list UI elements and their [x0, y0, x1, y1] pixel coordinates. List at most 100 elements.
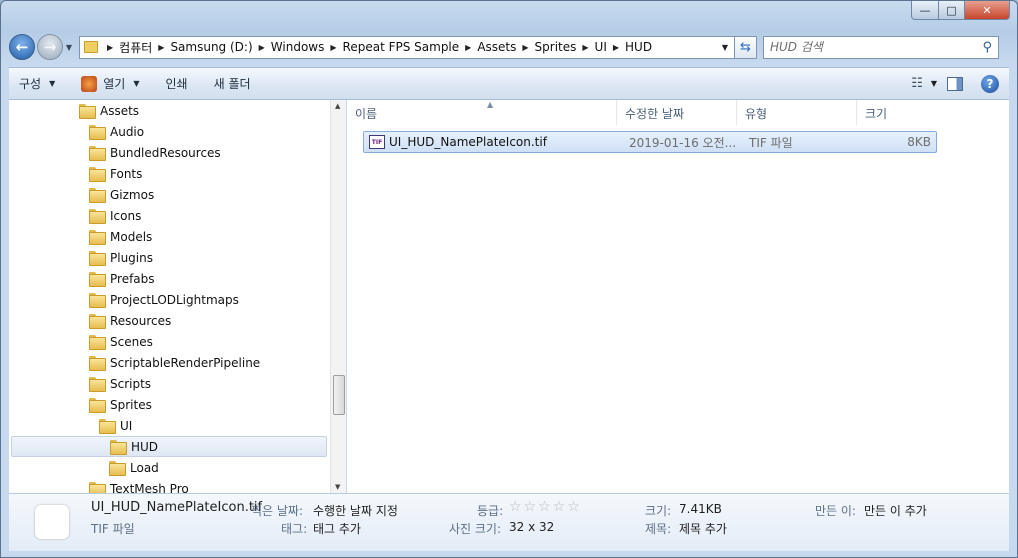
folder-icon — [89, 335, 106, 350]
tree-item-label: Scenes — [110, 334, 153, 349]
column-header-modified[interactable]: 수정한 날짜 — [617, 100, 737, 125]
chevron-right-icon[interactable]: ▶ — [582, 43, 588, 52]
tree-item[interactable]: Scripts — [89, 373, 151, 394]
tags-field[interactable]: 태그 추가 — [313, 520, 361, 537]
date-taken-label: 찍은 날짜: — [251, 504, 304, 518]
search-icon[interactable]: ⚲ — [982, 40, 992, 55]
chevron-right-icon[interactable]: ▶ — [330, 43, 336, 52]
tree-item[interactable]: Plugins — [89, 247, 153, 268]
folder-icon — [89, 314, 106, 329]
tree-item-label: ProjectLODLightmaps — [110, 292, 239, 307]
refresh-button[interactable]: ⇆ — [735, 35, 757, 59]
tree-item[interactable]: Models — [89, 226, 152, 247]
view-dropdown-icon[interactable]: ▼ — [931, 79, 937, 88]
tree-item-label: Fonts — [110, 166, 143, 181]
tree-item[interactable]: Load — [109, 457, 159, 478]
breadcrumb-item[interactable]: Repeat FPS Sample — [343, 40, 460, 54]
tree-item[interactable]: Prefabs — [89, 268, 155, 289]
search-box[interactable]: ⚲ — [763, 35, 999, 59]
tree-item[interactable]: BundledResources — [89, 142, 221, 163]
command-bar: 구성 ▼ 열기 ▼ 인쇄 새 폴더 ☷ ▼ ? — [9, 67, 1009, 100]
navigation-pane-scrollbar[interactable]: ▲ ▼ — [330, 100, 346, 493]
file-type: TIF 파일 — [749, 135, 793, 150]
recent-pages-dropdown-icon[interactable]: ▼ — [63, 43, 75, 52]
address-bar[interactable]: ▶ 컴퓨터 ▶ Samsung (D:) ▶ Windows ▶ Repeat … — [79, 35, 735, 59]
tree-item[interactable]: ProjectLODLightmaps — [89, 289, 239, 310]
chevron-right-icon[interactable]: ▶ — [613, 43, 619, 52]
print-button[interactable]: 인쇄 — [166, 75, 188, 92]
chevron-right-icon[interactable]: ▶ — [158, 43, 164, 52]
folder-icon — [109, 461, 126, 476]
column-header-size[interactable]: 크기 — [857, 100, 937, 125]
column-header-type[interactable]: 유형 — [737, 100, 857, 125]
breadcrumb-item[interactable]: Sprites — [535, 40, 577, 54]
tree-item[interactable]: HUD — [11, 436, 327, 457]
breadcrumb-item[interactable]: Assets — [477, 40, 516, 54]
size-value: 7.41KB — [679, 502, 722, 516]
breadcrumb-item[interactable]: 컴퓨터 — [119, 39, 152, 56]
maximize-button[interactable]: □ — [939, 1, 965, 20]
breadcrumb-item[interactable]: HUD — [625, 40, 652, 54]
folder-icon — [89, 398, 106, 413]
tree-item[interactable]: Gizmos — [89, 184, 154, 205]
tree-item[interactable]: Audio — [89, 121, 144, 142]
dimensions-label: 사진 크기: — [449, 522, 502, 536]
file-row[interactable]: TIF UI_HUD_NamePlateIcon.tif 2019-01-16 … — [363, 131, 937, 153]
tree-item-label: Models — [110, 229, 153, 244]
folder-icon — [110, 440, 127, 455]
title-field[interactable]: 제목 추가 — [679, 520, 727, 537]
close-button[interactable]: ✕ — [965, 1, 1010, 20]
tree-item[interactable]: Resources — [89, 310, 171, 331]
preview-pane-icon[interactable] — [947, 76, 963, 91]
view-controls: ☷ ▼ ? — [911, 74, 1009, 93]
title-label: 제목: — [645, 522, 672, 536]
chevron-right-icon[interactable]: ▶ — [259, 43, 265, 52]
tree-item[interactable]: UI — [99, 415, 132, 436]
scroll-down-icon[interactable]: ▼ — [335, 483, 340, 491]
author-label: 만든 이: — [815, 504, 856, 518]
address-history-dropdown-icon[interactable]: ▼ — [722, 43, 728, 52]
tree-item-label: BundledResources — [110, 145, 221, 160]
tree-item[interactable]: TextMesh Pro — [89, 478, 189, 493]
back-button[interactable]: ← — [9, 34, 35, 60]
open-button[interactable]: 열기 ▼ — [81, 75, 140, 92]
tree-item-label: Assets — [100, 103, 140, 118]
view-options-icon[interactable]: ☷ — [911, 76, 923, 91]
column-header-name[interactable]: 이름 — [347, 100, 617, 125]
tree-item[interactable]: ScriptableRenderPipeline — [89, 352, 260, 373]
new-folder-button[interactable]: 새 폴더 — [214, 75, 251, 92]
details-pane: UI_HUD_NamePlateIcon.tif TIF 파일 찍은 날짜: 수… — [9, 493, 1009, 551]
tree-item[interactable]: Icons — [89, 205, 141, 226]
tree-item-label: Gizmos — [110, 187, 155, 202]
help-icon[interactable]: ? — [981, 74, 999, 93]
file-thumbnail — [35, 505, 69, 539]
scroll-up-icon[interactable]: ▲ — [335, 102, 340, 110]
scrollbar-thumb[interactable] — [333, 375, 345, 415]
tree-item-label: Resources — [110, 313, 172, 328]
chevron-right-icon[interactable]: ▶ — [107, 43, 113, 52]
tree-item-label: Audio — [110, 124, 145, 139]
date-taken-field[interactable]: 수행한 날짜 지정 — [313, 502, 398, 519]
rating-stars[interactable]: ☆☆☆☆☆ — [509, 499, 582, 515]
tree-item[interactable]: Assets — [79, 100, 139, 121]
breadcrumb-item[interactable]: UI — [595, 40, 607, 54]
minimize-button[interactable]: — — [911, 1, 939, 20]
breadcrumb-item[interactable]: Windows — [271, 40, 325, 54]
forward-button[interactable]: → — [37, 34, 63, 60]
explorer-window: — □ ✕ ← → ▼ ▶ 컴퓨터 ▶ Samsung (D:) ▶ Windo… — [0, 0, 1018, 558]
search-input[interactable] — [770, 40, 983, 54]
breadcrumb-item[interactable]: Samsung (D:) — [170, 40, 252, 54]
tree-item[interactable]: Fonts — [89, 163, 142, 184]
folder-icon — [89, 293, 106, 308]
tree-item-label: Load — [130, 460, 159, 475]
tree-item-label: TextMesh Pro — [110, 481, 189, 494]
print-label: 인쇄 — [165, 77, 188, 91]
column-headers: 이름 수정한 날짜 유형 크기 ▲ — [347, 100, 1009, 125]
organize-button[interactable]: 구성 ▼ — [19, 75, 55, 92]
tree-item-label: ScriptableRenderPipeline — [110, 355, 261, 370]
tree-item[interactable]: Sprites — [89, 394, 152, 415]
tree-item[interactable]: Scenes — [89, 331, 153, 352]
author-field[interactable]: 만든 이 추가 — [864, 502, 927, 519]
chevron-right-icon[interactable]: ▶ — [465, 43, 471, 52]
chevron-right-icon[interactable]: ▶ — [522, 43, 528, 52]
